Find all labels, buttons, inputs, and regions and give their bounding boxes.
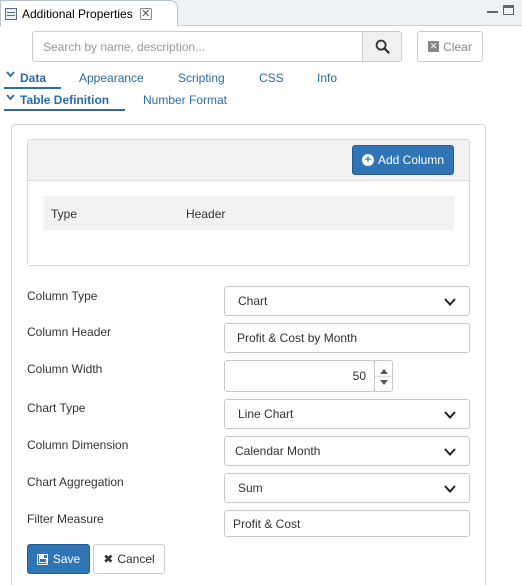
column-header-value: Profit & Cost by Month: [237, 331, 358, 345]
column-dimension-label: Column Dimension: [27, 438, 129, 452]
chart-aggregation-label: Chart Aggregation: [27, 475, 124, 489]
view-title: Additional Properties: [22, 6, 133, 21]
chart-type-value: Line Chart: [238, 407, 294, 421]
columns-grid-header-row: Type Header: [43, 196, 454, 230]
column-header-header: Header: [186, 207, 226, 221]
plus-circle-icon: +: [361, 154, 374, 166]
chart-aggregation-select[interactable]: Sum: [224, 473, 470, 503]
chart-type-label: Chart Type: [27, 401, 86, 415]
filter-measure-value: Profit & Cost: [233, 516, 301, 531]
chevron-down-icon: [6, 93, 15, 104]
tab-number-format[interactable]: Number Format: [143, 93, 227, 107]
column-type-label: Column Type: [27, 289, 98, 303]
chevron-down-icon: [6, 70, 15, 81]
add-column-label: Add Column: [377, 153, 445, 167]
increment-arrow-icon[interactable]: [380, 369, 388, 374]
chevron-down-icon: [444, 485, 456, 493]
column-header-input[interactable]: Profit & Cost by Month: [224, 323, 470, 353]
chart-type-select[interactable]: Line Chart: [224, 399, 470, 429]
chevron-down-icon: [444, 448, 456, 456]
close-icon: ✖: [103, 552, 114, 566]
tab-scripting[interactable]: Scripting: [178, 71, 225, 85]
tab-table-definition-underline: [4, 109, 125, 111]
clear-button-label: Clear: [443, 39, 472, 54]
filter-measure-input[interactable]: Profit & Cost: [224, 510, 470, 537]
decrement-arrow-icon[interactable]: [380, 380, 388, 385]
column-dimension-value: Calendar Month: [235, 444, 321, 458]
column-type-value: Chart: [238, 294, 268, 308]
column-width-input[interactable]: 50: [224, 360, 375, 392]
save-button[interactable]: Save: [27, 544, 90, 574]
tab-css[interactable]: CSS: [259, 71, 284, 85]
chart-aggregation-value: Sum: [238, 481, 263, 495]
clear-button[interactable]: ✕ Clear: [417, 31, 483, 62]
properties-view-icon: [5, 7, 17, 20]
minimize-view-icon[interactable]: [487, 4, 498, 13]
add-column-button[interactable]: + Add Column: [352, 145, 454, 175]
maximize-view-icon[interactable]: [503, 5, 514, 15]
view-tab-additional-properties[interactable]: Additional Properties ✕: [0, 0, 178, 26]
column-header-type: Type: [51, 207, 78, 221]
chevron-down-icon: [444, 298, 456, 306]
clear-icon: ✕: [428, 41, 440, 52]
search-icon: [375, 39, 390, 54]
save-button-label: Save: [52, 552, 81, 566]
filter-measure-label: Filter Measure: [27, 512, 104, 526]
column-width-stepper[interactable]: [374, 360, 393, 392]
search-input[interactable]: [32, 31, 363, 62]
column-header-label: Column Header: [27, 325, 112, 339]
search-button[interactable]: [362, 31, 402, 62]
cancel-button-label: Cancel: [117, 552, 155, 566]
stepper-divider: [375, 376, 392, 377]
tab-data[interactable]: Data: [20, 71, 46, 85]
column-dimension-select[interactable]: Calendar Month: [224, 436, 470, 466]
column-width-label: Column Width: [27, 362, 103, 376]
cancel-button[interactable]: ✖ Cancel: [93, 544, 165, 574]
tab-data-underline: [4, 87, 61, 89]
close-view-icon[interactable]: ✕: [139, 7, 152, 20]
view-tab-bar: Additional Properties ✕: [0, 0, 522, 26]
chevron-down-icon: [444, 411, 456, 419]
tab-table-definition[interactable]: Table Definition: [20, 93, 109, 107]
tab-info[interactable]: Info: [317, 71, 337, 85]
tab-appearance[interactable]: Appearance: [79, 71, 144, 85]
save-icon: [36, 553, 48, 565]
column-type-select[interactable]: Chart: [224, 286, 470, 316]
